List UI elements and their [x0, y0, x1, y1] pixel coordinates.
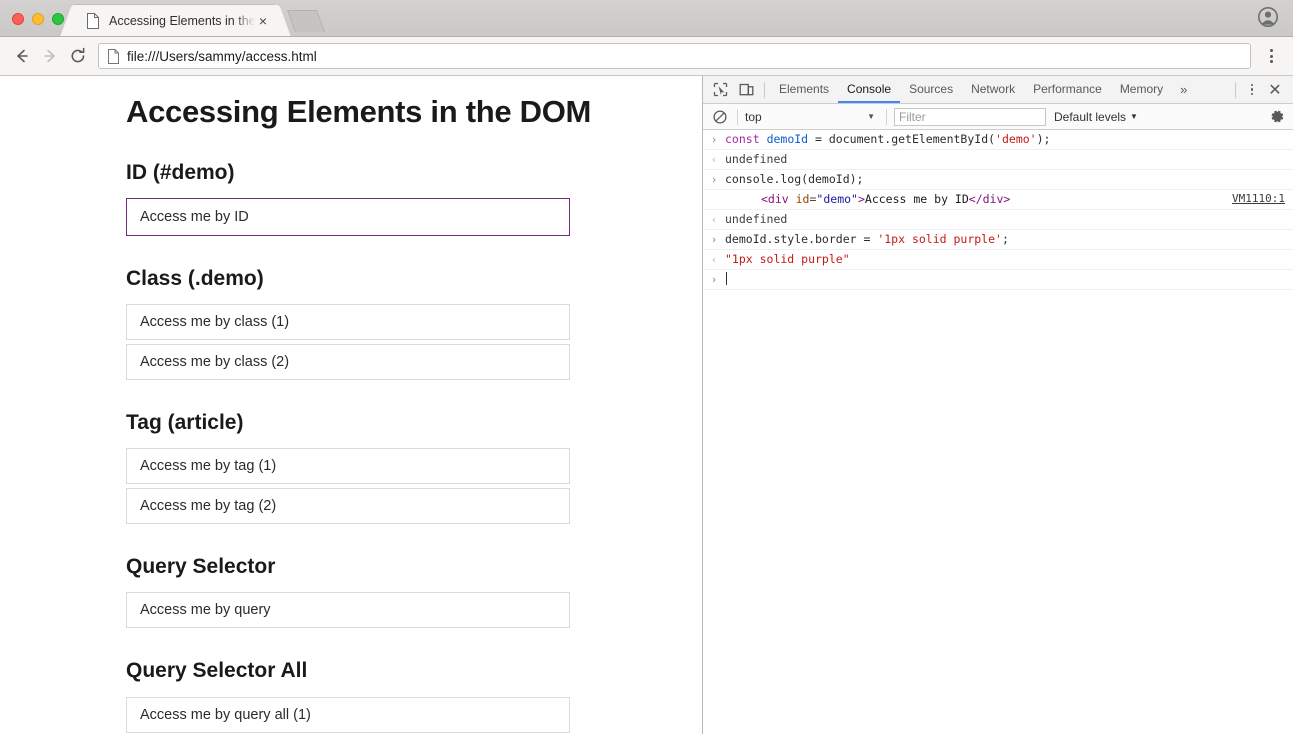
console-output[interactable]: › const demoId = document.getElementById…	[703, 130, 1293, 734]
document-icon	[107, 49, 120, 64]
tab-sources[interactable]: Sources	[900, 76, 962, 103]
devtools-panel: Elements Console Sources Network Perform…	[703, 76, 1293, 734]
console-entry-output: ‹ "1px solid purple"	[703, 250, 1293, 270]
section-heading-class: Class (.demo)	[126, 266, 702, 291]
console-entry-text: demoId.style.border = '1px solid purple'…	[725, 232, 1293, 247]
console-output-marker: ‹	[703, 152, 725, 167]
browser-menu-button[interactable]	[1259, 42, 1283, 70]
console-entry-output: ‹ undefined	[703, 210, 1293, 230]
section-heading-query-all: Query Selector All	[126, 658, 702, 683]
gear-icon[interactable]	[1267, 107, 1287, 127]
console-entry-text: console.log(demoId);	[725, 172, 1293, 187]
console-entry-text: undefined	[725, 152, 1293, 167]
console-entry-log: <div id="demo">Access me by ID</div> VM1…	[703, 190, 1293, 210]
console-entry-input: › demoId.style.border = '1px solid purpl…	[703, 230, 1293, 250]
console-entry-output: ‹ undefined	[703, 150, 1293, 170]
inspect-element-icon[interactable]	[707, 77, 733, 103]
new-tab-button[interactable]	[287, 10, 325, 32]
text-cursor	[726, 272, 727, 285]
account-avatar-icon[interactable]	[1257, 6, 1279, 28]
maximize-window-button[interactable]	[52, 13, 64, 25]
clear-console-icon[interactable]	[710, 107, 730, 127]
close-window-button[interactable]	[12, 13, 24, 25]
browser-tab-active[interactable]: Accessing Elements in the DOM ×	[74, 5, 277, 36]
tab-close-icon[interactable]: ×	[255, 13, 271, 29]
address-bar[interactable]: file:///Users/sammy/access.html	[98, 43, 1251, 69]
tab-elements[interactable]: Elements	[770, 76, 838, 103]
demo-box-class-2: Access me by class (2)	[126, 344, 570, 380]
log-levels-label: Default levels	[1054, 110, 1126, 124]
console-entry-input: › const demoId = document.getElementById…	[703, 130, 1293, 150]
profile-area	[1257, 6, 1293, 36]
toolbar-divider	[764, 82, 765, 98]
more-tabs-icon[interactable]: »	[1172, 77, 1195, 103]
section-heading-query: Query Selector	[126, 554, 702, 579]
console-prompt-marker: ›	[703, 272, 725, 287]
console-filter-input[interactable]: Filter	[894, 108, 1046, 126]
section-heading-id: ID (#demo)	[126, 160, 702, 185]
tab-console[interactable]: Console	[838, 76, 900, 103]
console-entry-text: undefined	[725, 212, 1293, 227]
demo-box-tag-1: Access me by tag (1)	[126, 448, 570, 484]
devtools-tabbar-right: ✕	[1230, 77, 1293, 103]
reload-button[interactable]	[64, 42, 92, 70]
console-context-selector[interactable]: top ▼	[745, 110, 879, 124]
console-entry-input: › console.log(demoId);	[703, 170, 1293, 190]
web-page-pane: Accessing Elements in the DOM ID (#demo)…	[0, 76, 703, 734]
console-entry-text: <div id="demo">Access me by ID</div>	[725, 192, 1293, 207]
demo-box-query: Access me by query	[126, 592, 570, 628]
back-button[interactable]	[8, 42, 36, 70]
devtools-close-icon[interactable]: ✕	[1263, 77, 1287, 103]
forward-button[interactable]	[36, 42, 64, 70]
console-input-marker: ›	[703, 232, 725, 247]
devtools-tab-bar: Elements Console Sources Network Perform…	[703, 76, 1293, 104]
console-prompt-input[interactable]	[725, 272, 1293, 287]
demo-box-tag-2: Access me by tag (2)	[126, 488, 570, 524]
page-icon	[86, 13, 100, 29]
chevron-down-icon-levels: ▼	[1130, 112, 1138, 121]
tab-network[interactable]: Network	[962, 76, 1024, 103]
devtools-more-options-icon[interactable]	[1241, 77, 1263, 103]
browser-toolbar: file:///Users/sammy/access.html	[0, 37, 1293, 76]
console-entry-text: "1px solid purple"	[725, 252, 1293, 267]
tab-strip: Accessing Elements in the DOM ×	[0, 0, 1293, 37]
console-source-link[interactable]: VM1110:1	[1232, 192, 1285, 205]
console-output-marker: ‹	[703, 252, 725, 267]
viewport: Accessing Elements in the DOM ID (#demo)…	[0, 76, 1293, 734]
console-filter-bar: top ▼ Filter Default levels ▼	[703, 104, 1293, 130]
filterbar-divider-2	[886, 109, 887, 125]
tab-title: Accessing Elements in the DOM	[109, 14, 255, 28]
filterbar-divider-1	[737, 109, 738, 125]
address-bar-url: file:///Users/sammy/access.html	[127, 49, 317, 64]
demo-box-id: Access me by ID	[126, 198, 570, 236]
toolbar-divider-right	[1235, 82, 1236, 98]
console-input-marker: ›	[703, 172, 725, 187]
tab-performance[interactable]: Performance	[1024, 76, 1111, 103]
browser-window: Accessing Elements in the DOM ×	[0, 0, 1293, 734]
console-output-marker: ‹	[703, 212, 725, 227]
page-title: Accessing Elements in the DOM	[126, 94, 702, 130]
section-heading-tag: Tag (article)	[126, 410, 702, 435]
tab-memory[interactable]: Memory	[1111, 76, 1172, 103]
minimize-window-button[interactable]	[32, 13, 44, 25]
demo-box-class-1: Access me by class (1)	[126, 304, 570, 340]
console-entry-text: const demoId = document.getElementById('…	[725, 132, 1293, 147]
console-context-value: top	[745, 110, 762, 124]
demo-box-query-all-1: Access me by query all (1)	[126, 697, 570, 733]
page-content: Accessing Elements in the DOM ID (#demo)…	[0, 94, 702, 734]
device-toolbar-icon[interactable]	[733, 77, 759, 103]
console-input-marker: ›	[703, 132, 725, 147]
chevron-down-icon: ▼	[867, 112, 879, 121]
console-log-levels-selector[interactable]: Default levels ▼	[1054, 110, 1138, 124]
console-prompt-row[interactable]: ›	[703, 270, 1293, 290]
